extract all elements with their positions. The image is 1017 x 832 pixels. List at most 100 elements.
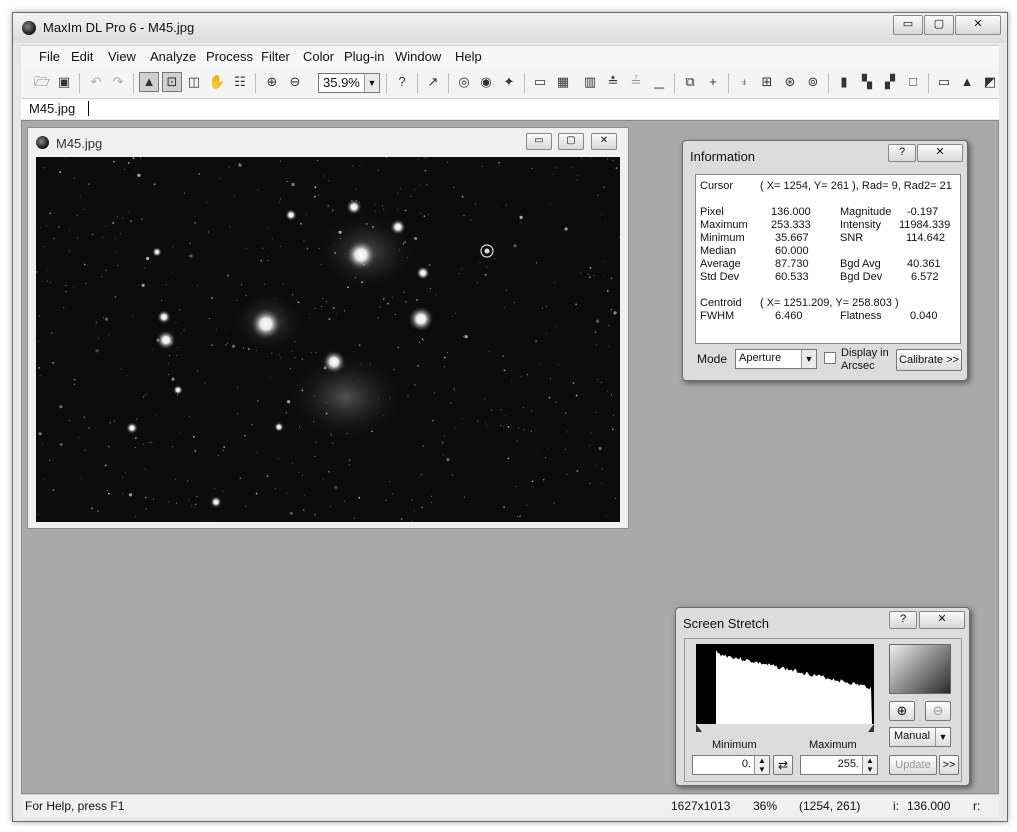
- tab-m45[interactable]: M45.jpg: [29, 101, 75, 116]
- zoom-in-icon[interactable]: ⊕: [263, 73, 281, 91]
- camera-icon[interactable]: ◎: [455, 73, 473, 91]
- status-r-label: r:: [973, 799, 981, 813]
- telescope-icon[interactable]: ◉: [477, 73, 495, 91]
- maximum-label: Maximum: [809, 739, 857, 751]
- deconvolve-icon[interactable]: ⊛: [781, 73, 799, 91]
- minimum-input[interactable]: 0. ▲ ▼: [692, 755, 770, 775]
- status-coordinates: (1254, 261): [799, 799, 861, 813]
- minimum-value: 0.: [741, 758, 751, 770]
- min-slider-handle: [696, 724, 702, 732]
- menu-analyze[interactable]: Analyze: [150, 49, 196, 64]
- mdi-workspace: M45.jpg ▭ ▢ ✕ Information ? ✕ Cursor (X…: [21, 120, 999, 794]
- image-canvas[interactable]: [36, 157, 620, 522]
- copy-icon[interactable]: ⧉: [681, 73, 699, 91]
- minimize-button[interactable]: ▭: [893, 15, 923, 35]
- minimum-spinner[interactable]: ▲ ▼: [754, 756, 769, 774]
- image-view-icon[interactable]: ▲: [139, 72, 159, 92]
- align-icon[interactable]: ≛: [604, 73, 622, 91]
- zoom-out-icon[interactable]: ⊖: [925, 701, 951, 721]
- overflow-icon[interactable]: ◩: [981, 73, 999, 91]
- pan-icon[interactable]: ✋: [208, 73, 226, 91]
- menu-color[interactable]: Color: [303, 49, 334, 64]
- screen-stretch-help-button[interactable]: ?: [889, 611, 917, 629]
- display-in-label: Display in: [841, 347, 889, 359]
- image-restore-button[interactable]: ▢: [558, 133, 584, 150]
- stack-icon[interactable]: ▥: [581, 73, 599, 91]
- toolbar-separator: [255, 73, 256, 93]
- image-close-button[interactable]: ✕: [591, 133, 617, 150]
- update-button[interactable]: Update: [889, 755, 937, 775]
- curves-icon[interactable]: ▞: [881, 73, 899, 91]
- information-readout: Cursor ( X= 1254, Y= 261 ), Rad= 9, Rad2…: [695, 174, 961, 344]
- close-button[interactable]: ✕: [955, 15, 1001, 35]
- title-bar[interactable]: MaxIm DL Pro 6 - M45.jpg ▭ ▢ ✕: [13, 13, 1007, 43]
- fft-icon[interactable]: ⊚: [804, 73, 822, 91]
- ruler-icon[interactable]: ▭: [531, 73, 549, 91]
- combine-icon[interactable]: ≟: [627, 73, 645, 91]
- info-value: -0.197: [907, 206, 939, 218]
- line-tool-icon[interactable]: ↗: [424, 73, 442, 91]
- crosshair-icon[interactable]: +: [704, 73, 722, 91]
- menu-process[interactable]: Process: [206, 49, 253, 64]
- save-icon[interactable]: ▣: [55, 73, 73, 91]
- toolbar-separator: [133, 73, 134, 93]
- chevron-down-icon[interactable]: ▼: [364, 74, 379, 92]
- image-minimize-button[interactable]: ▭: [526, 133, 552, 150]
- information-dialog[interactable]: Information ? ✕ Cursor ( X= 1254, Y= 261…: [682, 140, 968, 381]
- toolbar-separator: [674, 73, 675, 93]
- menu-view[interactable]: View: [108, 49, 136, 64]
- calibrate-button[interactable]: Calibrate >>: [896, 349, 962, 371]
- stretch-mode-select[interactable]: Manual ▼: [889, 727, 951, 747]
- restore-button[interactable]: ▢: [924, 15, 954, 35]
- arcsec-label: Arcsec: [841, 360, 875, 372]
- info-label: SNR: [840, 232, 864, 244]
- properties-icon[interactable]: ☷: [231, 73, 249, 91]
- window-icon[interactable]: ▭: [935, 73, 953, 91]
- more-button[interactable]: >>: [939, 755, 959, 775]
- levels-icon[interactable]: ▚: [858, 73, 876, 91]
- star-icon[interactable]: ✦: [500, 73, 518, 91]
- text-cursor: [88, 101, 89, 116]
- image-window[interactable]: M45.jpg ▭ ▢ ✕: [27, 127, 629, 529]
- flip-icon[interactable]: ◫: [185, 73, 203, 91]
- calibrate-icon[interactable]: ▁: [650, 73, 668, 91]
- zoom-select[interactable]: 35.9% ▼: [318, 73, 380, 93]
- menu-plug-in[interactable]: Plug-in: [344, 49, 384, 64]
- info-value: 253.333: [771, 219, 811, 231]
- frame-icon[interactable]: □: [904, 73, 922, 91]
- context-help-icon[interactable]: ?: [393, 73, 411, 91]
- menu-edit[interactable]: Edit: [71, 49, 93, 64]
- zoom-in-icon[interactable]: ⊕: [889, 701, 915, 721]
- cursor-label: Cursor: [700, 180, 734, 192]
- image-icon[interactable]: ▲: [958, 73, 976, 91]
- maximum-spinner[interactable]: ▲ ▼: [862, 756, 877, 774]
- info-label: Pixel: [700, 206, 724, 218]
- information-close-button[interactable]: ✕: [917, 144, 963, 162]
- chevron-down-icon[interactable]: ▼: [801, 350, 816, 368]
- histogram-plot[interactable]: [696, 644, 874, 732]
- screen-stretch-close-button[interactable]: ✕: [919, 611, 965, 629]
- menu-help[interactable]: Help: [455, 49, 482, 64]
- fit-view-icon[interactable]: ⊡: [162, 72, 182, 92]
- zoom-out-icon[interactable]: ⊖: [286, 73, 304, 91]
- filter-icon[interactable]: ⊞: [758, 73, 776, 91]
- mode-select[interactable]: Aperture ▼: [735, 349, 817, 369]
- undo-icon[interactable]: ↶: [87, 73, 105, 91]
- menu-file[interactable]: File: [39, 49, 60, 64]
- batch-icon[interactable]: ▦: [554, 73, 572, 91]
- screen-stretch-dialog[interactable]: Screen Stretch ? ✕ ⊕ ⊖ Manual ▼ Minimum …: [675, 607, 970, 786]
- chevron-down-icon[interactable]: ▼: [935, 728, 950, 746]
- display-arcsec-checkbox[interactable]: [824, 352, 836, 364]
- redo-icon[interactable]: ↷: [109, 73, 127, 91]
- menu-filter[interactable]: Filter: [261, 49, 290, 64]
- menu-window[interactable]: Window: [395, 49, 441, 64]
- histogram-icon[interactable]: ▮: [835, 73, 853, 91]
- information-help-button[interactable]: ?: [888, 144, 916, 162]
- status-bar: For Help, press F1 1627x1013 36% (1254, …: [21, 794, 999, 817]
- fwhm-value: 6.460: [775, 310, 803, 322]
- maximum-input[interactable]: 255. ▲ ▼: [800, 755, 878, 775]
- brush-icon[interactable]: ⍖: [735, 73, 753, 91]
- open-icon[interactable]: 🗁: [33, 73, 51, 91]
- swap-icon[interactable]: ⇄: [773, 755, 793, 775]
- toolbar-separator: [524, 73, 525, 93]
